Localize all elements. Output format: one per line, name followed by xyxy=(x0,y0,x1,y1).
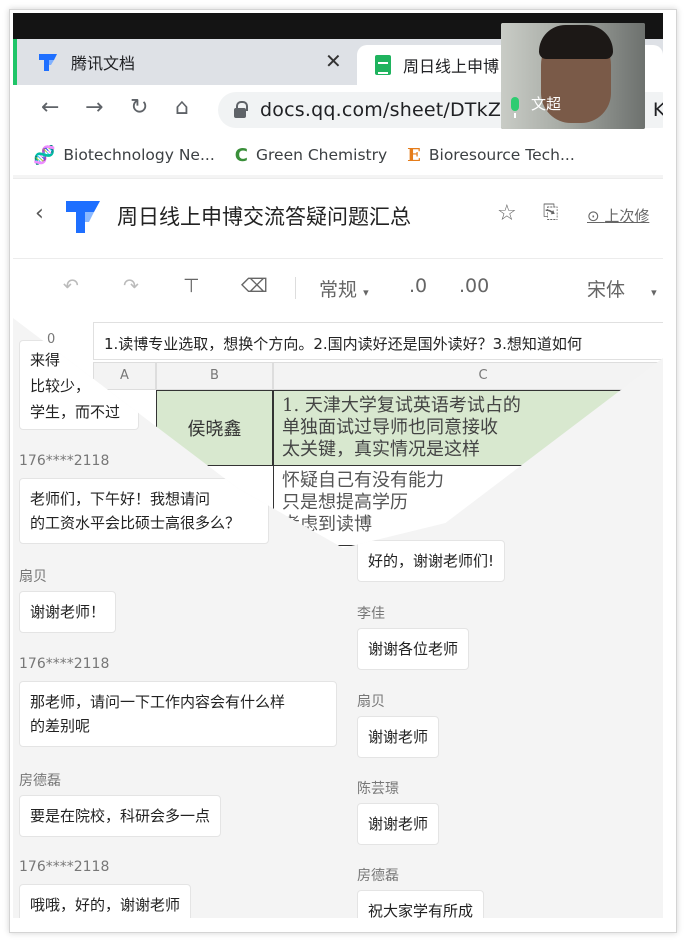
caret-down-icon: ▾ xyxy=(363,286,369,299)
elsevier-icon: E xyxy=(407,144,421,166)
url-tail: K? xyxy=(652,99,663,121)
chat-line: 学生，而不过 xyxy=(30,403,121,421)
decimal-increase-button[interactable]: .00 xyxy=(459,275,489,297)
bookmark-item[interactable]: 🧬 Biotechnology Ne... xyxy=(33,145,215,166)
chat-bubble: 祝大家学有所成 xyxy=(357,890,485,918)
back-arrow-icon[interactable]: ← xyxy=(41,95,59,120)
last-edit-text: 上次修 xyxy=(604,207,650,225)
toolbar-divider xyxy=(295,277,296,299)
tencent-docs-logo-icon xyxy=(39,54,57,71)
chat-bubble: 要是在院校，科研会多一点 xyxy=(19,795,222,837)
chat-bubble: 谢谢老师 xyxy=(357,803,440,845)
video-tile[interactable]: 文超 xyxy=(501,23,645,129)
chat-sender: 扇贝 xyxy=(19,569,47,585)
chat-line: 的工资水平会比硕士高很多么？ xyxy=(30,514,241,532)
number-format-dropdown[interactable]: 常规 ▾ xyxy=(319,275,369,302)
bookmark-label: Biotechnology Ne... xyxy=(63,146,215,164)
bookmark-item[interactable]: C Green Chemistry xyxy=(235,145,387,166)
url-text: docs.qq.com/sheet/DTkZY xyxy=(260,99,513,121)
lock-icon xyxy=(234,100,248,118)
bookmark-item[interactable]: E Bioresource Tech... xyxy=(407,145,575,166)
green-chemistry-icon: C xyxy=(234,144,248,166)
chat-sender: 176****2118 xyxy=(19,656,110,672)
chat-sender: 李佳 xyxy=(357,606,385,622)
bookmark-label: Green Chemistry xyxy=(255,146,388,164)
formula-bar[interactable]: 1.读博专业选取，想换个方向。2.国内读好还是国外读好？3.想知道如何 xyxy=(93,322,663,360)
tab-title: 周日线上申博 xyxy=(403,57,500,76)
undo-icon[interactable]: ↶ xyxy=(63,275,79,297)
chat-bubble: 那老师，请问一下工作内容会有什么样 的差别呢 xyxy=(19,681,337,747)
format-painter-icon[interactable]: ⊤ xyxy=(183,275,200,297)
check-circle-icon: ⊙ xyxy=(587,207,605,225)
chat-line: 老师们，下午好！我想请问 xyxy=(30,490,211,508)
tab-title: 腾讯文档 xyxy=(71,54,136,73)
document-header: ‹ 周日线上申博交流答疑问题汇总 ☆ ⎘ ⊙ 上次修 xyxy=(13,178,663,258)
forward-arrow-icon[interactable]: → xyxy=(85,95,103,120)
star-icon[interactable]: ☆ xyxy=(497,201,517,226)
document-title: 周日线上申博交流答疑问题汇总 xyxy=(117,205,411,229)
chat-sender: 房德磊 xyxy=(19,773,61,789)
export-icon[interactable]: ⎘ xyxy=(543,201,558,223)
screen: 腾讯文档 ✕ 周日线上申博 ← → ↻ ⌂ docs.qq.com/sheet/… xyxy=(13,13,663,918)
font-dropdown[interactable]: 宋体 ▾ xyxy=(587,275,657,302)
chat-line: 的差别呢 xyxy=(30,717,91,735)
column-header-c[interactable]: C xyxy=(273,362,663,390)
column-header-b[interactable]: B xyxy=(156,362,273,390)
chat-line: 谢谢老师！ xyxy=(30,603,106,621)
chat-sender: 176****2118 xyxy=(19,859,110,875)
sheet-icon xyxy=(375,55,391,75)
chat-bubble: 谢谢各位老师 xyxy=(357,628,470,670)
bookmark-label: Bioresource Tech... xyxy=(428,146,575,164)
bookmarks-bar: 🧬 Biotechnology Ne... C Green Chemistry … xyxy=(13,135,663,175)
chat-line: 那老师，请问一下工作内容会有什么样 xyxy=(30,693,286,711)
chat-line: 哦哦，好的，谢谢老师 xyxy=(30,896,181,914)
chat-bubble: 哦哦，好的，谢谢老师 xyxy=(19,884,192,918)
chat-bubble: 好的，谢谢老师们! xyxy=(357,540,506,582)
sheet-toolbar: ↶ ↷ ⊤ ⌫ 常规 ▾ .0 .00 宋体 ▾ xyxy=(13,258,663,318)
tab-tencent-docs[interactable]: 腾讯文档 ✕ xyxy=(13,39,353,85)
chat-bubble: 谢谢老师！ xyxy=(19,591,117,633)
chat-sender: 176****2118 xyxy=(19,453,110,469)
tencent-docs-logo-icon xyxy=(66,201,100,233)
participant-hair xyxy=(539,25,613,59)
chat-bubble: 谢谢老师 xyxy=(357,716,440,758)
eraser-icon[interactable]: ⌫ xyxy=(241,275,268,297)
participant-name: 文超 xyxy=(531,95,562,113)
caret-down-icon: ▾ xyxy=(651,286,657,299)
close-icon[interactable]: ✕ xyxy=(325,49,342,73)
chat-sender: 房德磊 xyxy=(357,868,399,884)
decimal-decrease-button[interactable]: .0 xyxy=(409,275,427,297)
microphone-icon xyxy=(511,96,519,118)
chat-sender: 陈芸璟 xyxy=(357,781,399,797)
chat-line: 要是在院校，科研会多一点 xyxy=(30,807,211,825)
font-value: 宋体 xyxy=(587,279,626,301)
video-label: 文超 xyxy=(511,93,562,118)
chevron-left-icon[interactable]: ‹ xyxy=(35,201,44,226)
last-edit-link[interactable]: ⊙ 上次修 xyxy=(587,205,649,226)
number-format-value: 常规 xyxy=(319,279,358,301)
home-icon[interactable]: ⌂ xyxy=(175,95,189,120)
chat-bubble: 老师们，下午好！我想请问 的工资水平会比硕士高很多么？ xyxy=(19,478,269,544)
reload-icon[interactable]: ↻ xyxy=(130,95,148,120)
chat-sender: 扇贝 xyxy=(357,694,385,710)
dna-icon: 🧬 xyxy=(33,144,56,166)
redo-icon[interactable]: ↷ xyxy=(123,275,139,297)
